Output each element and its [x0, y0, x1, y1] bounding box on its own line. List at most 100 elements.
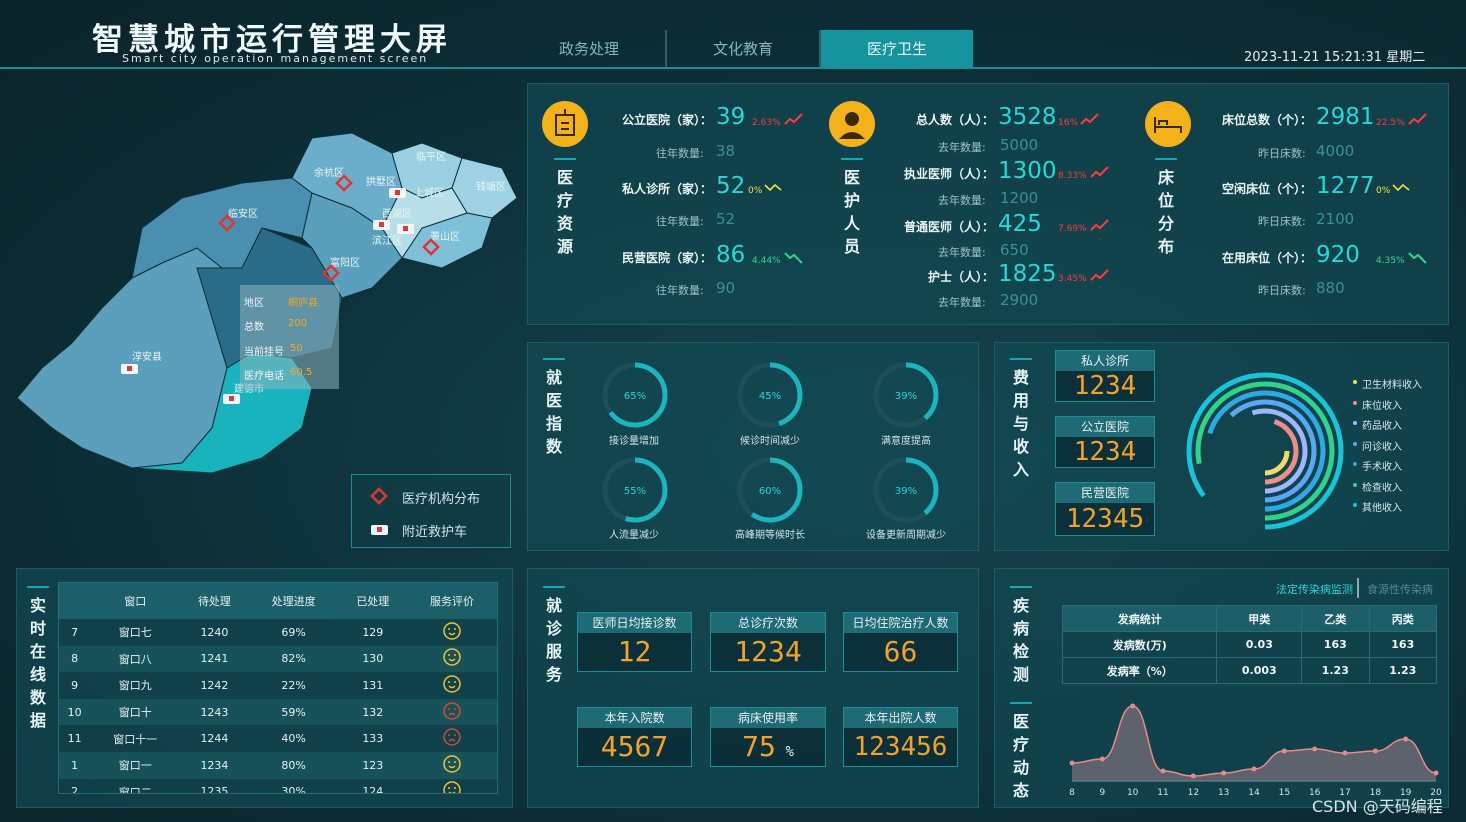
- bed-group-title-text: 床位分布: [1157, 168, 1174, 256]
- data-point[interactable]: [1403, 736, 1409, 742]
- data-point[interactable]: [1433, 770, 1439, 776]
- stat-label: 公立医院（家）：: [621, 113, 712, 127]
- data-point[interactable]: [1160, 768, 1166, 774]
- ring-label: 高峰期等候时长: [735, 530, 805, 541]
- fee-legend-item[interactable]: 问诊收入: [1353, 438, 1402, 453]
- fee-legend-item[interactable]: 其他收入: [1353, 499, 1402, 514]
- stat-value: 920: [1316, 242, 1360, 268]
- disease-tab-legal[interactable]: 法定传染病监测: [1276, 581, 1353, 597]
- table-cell: 发病率（%）: [1061, 657, 1218, 684]
- legend-dot: [1353, 462, 1357, 466]
- fee-legend-item[interactable]: 床位收入: [1353, 397, 1402, 412]
- stat-value: 2981: [1316, 104, 1375, 130]
- data-point[interactable]: [1130, 703, 1136, 709]
- legend-hospitals[interactable]: 医疗机构分布: [402, 488, 480, 507]
- legend-ambulance[interactable]: 附近救护车: [402, 521, 467, 540]
- legend-dot: [1353, 380, 1357, 384]
- fees-title-text: 费用与收入: [1012, 368, 1029, 479]
- table-cell: 窗口十: [118, 706, 152, 720]
- disease-tab-food[interactable]: 食源性传染病: [1367, 581, 1433, 597]
- popup-current-value: 50: [290, 343, 303, 354]
- table-header-cell: 丙类: [1368, 605, 1438, 632]
- data-point[interactable]: [1190, 773, 1196, 779]
- trend-up-icon: [1408, 113, 1427, 125]
- stat-label: 床位总数（个）：: [1221, 113, 1312, 127]
- stat-pct: 0%: [748, 186, 763, 196]
- table-cell: 1241: [200, 652, 229, 666]
- table-header-cell: 待处理: [197, 595, 231, 608]
- table-row[interactable]: 11 窗口十一 1244 40% 133: [59, 725, 497, 752]
- table-cell: 163: [1301, 631, 1370, 658]
- tab-culture[interactable]: 文化教育: [667, 30, 821, 68]
- data-point[interactable]: [1069, 760, 1075, 766]
- visit-box-daily-visits: 医师日均接诊数 12: [577, 612, 692, 672]
- stat-pct: 0%: [1376, 186, 1391, 196]
- table-cell: 0.003: [1216, 657, 1303, 684]
- ambulance-marker-icon[interactable]: [222, 392, 242, 406]
- realtime-title: 实时在线数据: [27, 586, 49, 732]
- data-point[interactable]: [1281, 748, 1287, 754]
- x-tick-label: 11: [1157, 788, 1168, 798]
- tab-government[interactable]: 政务处理: [513, 30, 667, 68]
- data-point[interactable]: [1372, 748, 1378, 754]
- data-point[interactable]: [1342, 750, 1348, 756]
- stat-value: 86: [716, 242, 746, 268]
- data-point[interactable]: [1251, 766, 1257, 772]
- ambulance-marker-icon[interactable]: [396, 222, 416, 236]
- staff-group-title-text: 医护人员: [843, 168, 860, 256]
- stat-pct: 4.35%: [1376, 256, 1405, 266]
- fee-ring: [1186, 372, 1344, 530]
- ring-label: 候诊时间减少: [740, 436, 800, 447]
- hospital-marker-icon[interactable]: [422, 238, 440, 256]
- map-region-west[interactable]: [16, 247, 228, 469]
- table-row[interactable]: 9 窗口九 1242 22% 131: [59, 672, 497, 699]
- stat-label: 执业医师（人）：: [903, 167, 994, 181]
- fee-legend-item[interactable]: 手术收入: [1353, 458, 1402, 473]
- realtime-table-wrap: 窗口 待处理 处理进度 已处理 服务评价 7 窗口七 1240 69% 129 8 窗口八 1241 8…: [58, 582, 498, 794]
- visit-box-bed-usage: 病床使用率 75 %: [710, 707, 826, 767]
- table-cell: 窗口八: [118, 652, 152, 666]
- table-header-cell: [59, 583, 90, 619]
- table-row[interactable]: 10 窗口十 1243 59% 132: [59, 698, 497, 726]
- ring-label: 人流量减少: [609, 530, 659, 541]
- data-point[interactable]: [1221, 770, 1227, 776]
- hospital-marker-icon[interactable]: [218, 214, 236, 232]
- data-point[interactable]: [1312, 746, 1318, 752]
- stat-label: 空闲床位（个）：: [1221, 182, 1312, 196]
- district-popup: 地区 桐庐县 总数 200 当前挂号 50 医疗电话 60.5: [240, 285, 339, 389]
- table-row[interactable]: 7 窗口七 1240 69% 129: [59, 619, 497, 646]
- popup-phone-value: 60.5: [290, 367, 313, 378]
- table-cell: 30%: [281, 785, 306, 794]
- fee-legend-item[interactable]: 卫生材料收入: [1353, 376, 1422, 391]
- visit-box-value: 75: [742, 730, 776, 763]
- ambulance-marker-icon[interactable]: [120, 362, 140, 376]
- table-row[interactable]: 1 窗口一 1234 80% 123: [59, 751, 497, 779]
- table-cell: 窗口二: [118, 785, 152, 794]
- visit-box-label: 本年入院数: [578, 708, 691, 728]
- staff-group-title: 医护人员: [841, 158, 863, 258]
- data-point[interactable]: [1099, 756, 1105, 762]
- ring-value: 45%: [759, 391, 781, 402]
- hospital-marker-icon[interactable]: [335, 174, 353, 192]
- trend-up-icon: [784, 113, 803, 125]
- table-row[interactable]: 2 窗口二 1235 30% 124: [59, 779, 497, 794]
- trend-up-icon: [1090, 269, 1109, 281]
- stat-value: 1277: [1316, 173, 1375, 199]
- stat-prev-value: 52: [716, 210, 736, 228]
- tab-medical[interactable]: 医疗卫生: [821, 30, 973, 68]
- resources-group-title: 医疗资源: [554, 158, 576, 258]
- fee-legend-item[interactable]: 检查收入: [1353, 479, 1402, 494]
- table-cell: 129: [362, 625, 384, 639]
- ambulance-marker-icon[interactable]: [388, 186, 408, 200]
- hospital-legend-icon: [370, 487, 388, 505]
- table-cell: 40%: [281, 732, 306, 746]
- visit-box-value: 66: [883, 635, 918, 668]
- ambulance-marker-icon[interactable]: [372, 218, 392, 232]
- stat-value: 1300: [998, 158, 1057, 184]
- hospital-marker-icon[interactable]: [322, 264, 340, 282]
- fee-legend-item[interactable]: 药品收入: [1353, 417, 1402, 432]
- table-row[interactable]: 8 窗口八 1241 82% 130: [59, 645, 497, 673]
- fee-legend-label: 药品收入: [1362, 421, 1402, 432]
- table-cell: 1242: [200, 678, 229, 692]
- legend-dot: [1353, 400, 1357, 405]
